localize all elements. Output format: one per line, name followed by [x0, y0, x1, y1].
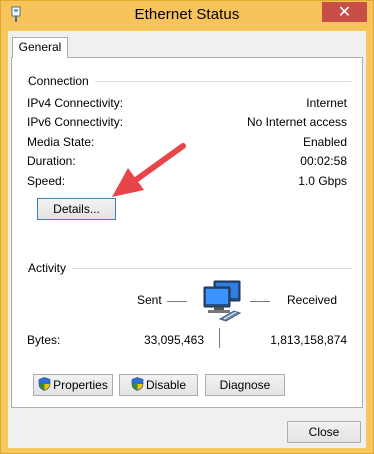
bytes-label: Bytes: [27, 333, 61, 347]
sent-connector-line [167, 301, 187, 302]
duration-value: 00:02:58 [300, 154, 347, 168]
uac-shield-icon [131, 377, 144, 391]
media-state-label: Media State: [27, 135, 95, 149]
bytes-sent-value: 33,095,463 [143, 333, 204, 347]
disable-label: Disable [145, 378, 187, 392]
diagnose-button[interactable]: Diagnose [205, 374, 285, 396]
activity-heading: Activity [28, 261, 73, 275]
sent-label: Sent [137, 293, 162, 307]
properties-button[interactable]: Properties [33, 374, 113, 396]
ipv6-label: IPv6 Connectivity: [27, 115, 124, 129]
speed-value: 1.0 Gbps [298, 174, 347, 188]
close-button[interactable]: Close [287, 421, 361, 443]
network-computers-icon [203, 280, 242, 322]
received-connector-line [250, 301, 270, 302]
media-state-value: Enabled [302, 135, 347, 149]
activity-divider [26, 268, 352, 269]
speed-label: Speed: [27, 174, 66, 188]
ipv4-value: Internet [306, 96, 347, 110]
received-label: Received [287, 293, 338, 307]
bytes-received-value: 1,813,158,874 [270, 333, 347, 347]
ethernet-status-window: Ethernet Status ✕ General Connection IPv… [0, 0, 374, 454]
disable-button[interactable]: Disable [119, 374, 198, 396]
bytes-separator [219, 328, 220, 348]
duration-label: Duration: [27, 154, 76, 168]
connection-heading: Connection [28, 74, 95, 88]
ipv4-label: IPv4 Connectivity: [27, 96, 124, 110]
tab-general[interactable]: General [12, 37, 68, 58]
title-bar[interactable]: Ethernet Status ✕ [1, 1, 373, 31]
window-title: Ethernet Status [134, 6, 240, 23]
close-window-button[interactable]: ✕ [322, 2, 367, 22]
uac-shield-icon [38, 377, 51, 391]
general-tab-panel: Connection IPv4 Connectivity: Internet I… [11, 57, 363, 408]
ipv6-value: No Internet access [246, 115, 347, 129]
dialog-client-area: General Connection IPv4 Connectivity: In… [8, 31, 366, 448]
properties-label: Properties [53, 378, 108, 392]
details-button[interactable]: Details... [37, 198, 116, 220]
